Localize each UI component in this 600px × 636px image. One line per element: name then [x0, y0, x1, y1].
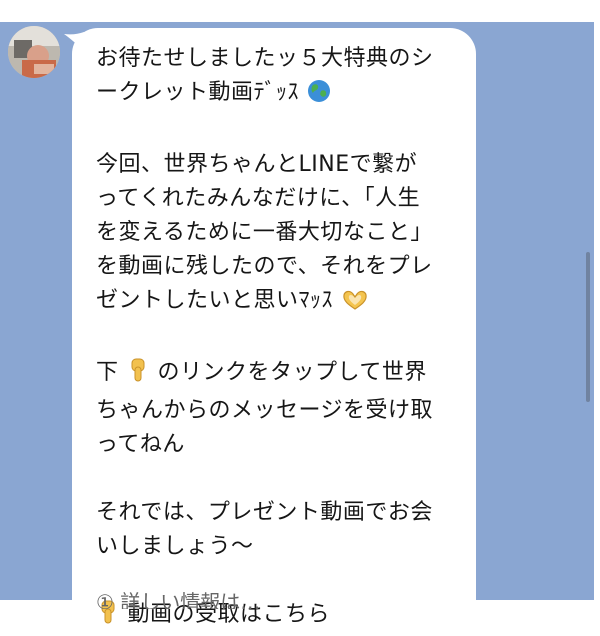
top-edge	[0, 0, 600, 22]
message-line: ちゃんからのメッセージを受け取	[96, 398, 434, 423]
message-bubble[interactable]: お待たせしましたッ５大特典のシ ークレット動画ﾃﾞｯｽ 今回、世界ちゃんとLIN…	[72, 28, 476, 628]
message-line: 下 のリンクをタップして世界	[96, 356, 454, 394]
pointing-down-emoji-icon	[126, 357, 150, 394]
message-text: ゼントしたいと思いﾏｯｽ	[96, 288, 334, 313]
message-line: ってねん	[96, 432, 185, 457]
message-line: お待たせしましたッ５大特典のシ	[96, 46, 434, 71]
message-text: ークレット動画ﾃﾞｯｽ	[96, 80, 300, 105]
avatar[interactable]	[8, 26, 60, 78]
message-line: ークレット動画ﾃﾞｯｽ	[96, 76, 454, 114]
heart-hands-emoji-icon	[341, 288, 369, 322]
message-line: それでは、プレゼント動画でお会	[96, 500, 433, 525]
message-line: ゼントしたいと思いﾏｯｽ	[96, 284, 454, 322]
message-line: 今回、世界ちゃんとLINEで繋が	[96, 152, 418, 177]
message-text: のリンクをタップして世界	[157, 360, 427, 385]
message-text: 下	[96, 360, 119, 385]
message-line: を変えるために一番大切なこと」	[96, 220, 433, 245]
globe-emoji-icon	[307, 79, 331, 114]
scrollbar[interactable]	[586, 252, 590, 402]
message-line: ってくれたみんなだけに、「人生	[96, 186, 421, 211]
message-line: を動画に残したので、それをプレ	[96, 254, 433, 279]
message-line: いしましょう〜	[96, 534, 254, 559]
right-edge	[594, 0, 600, 600]
